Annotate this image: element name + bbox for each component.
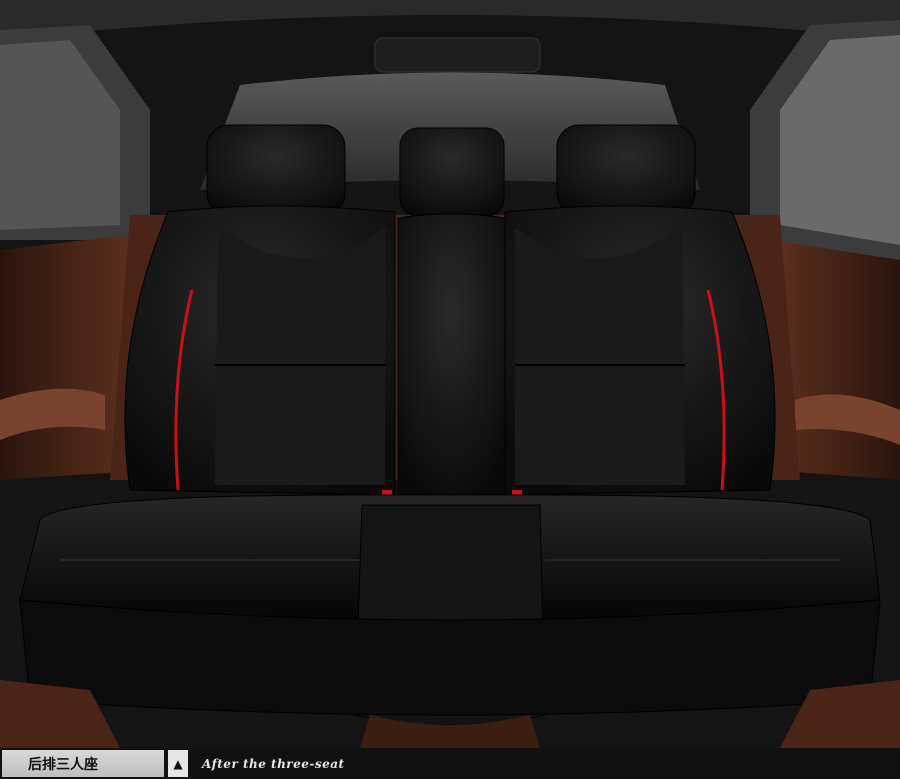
caption-english-label: After the three-seat <box>202 756 345 771</box>
car-rear-seat-photo <box>0 0 900 748</box>
product-image: 后排三人座 ▲ After the three-seat <box>0 0 900 779</box>
caption-bar: 后排三人座 ▲ After the three-seat <box>0 748 900 779</box>
caption-chinese-label: 后排三人座 <box>2 750 164 777</box>
up-arrow-icon: ▲ <box>168 750 188 777</box>
